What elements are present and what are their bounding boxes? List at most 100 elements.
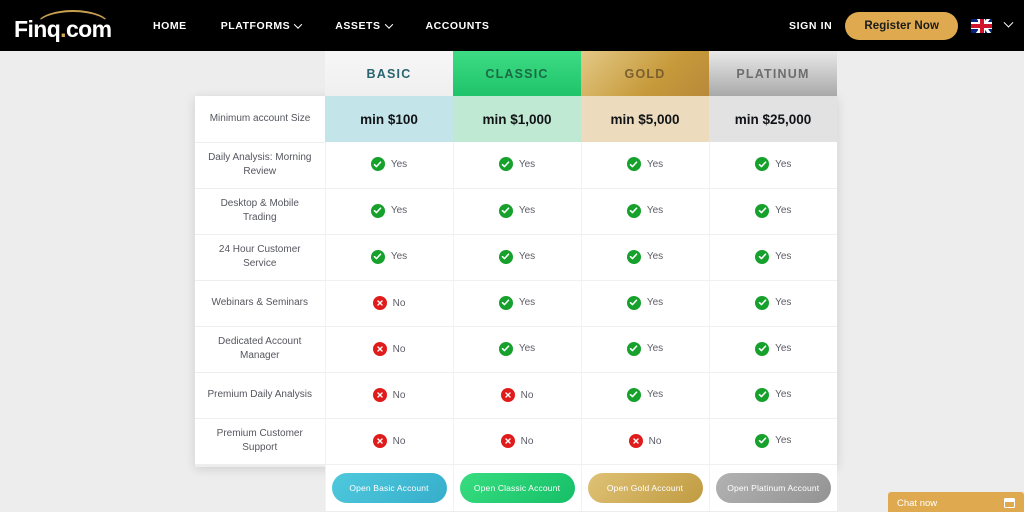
chat-now-widget[interactable]: Chat now [888, 492, 1024, 512]
row-label: Dedicated Account Manager [195, 326, 325, 373]
table-row: Dedicated Account Manager No Yes Yes Yes [195, 326, 837, 373]
feature-cell: Yes [580, 142, 709, 189]
feature-cell: Yes [708, 280, 837, 327]
feature-value-label: Yes [646, 205, 664, 216]
language-chevron-down-icon[interactable] [1003, 17, 1014, 28]
feature-cell: No [452, 418, 581, 465]
chat-window-icon [1004, 498, 1015, 508]
feature-value-label: No [392, 435, 406, 447]
cross-circle-icon [628, 434, 643, 448]
table-row-minimum-account-size: Minimum account Size min $100 min $1,000… [195, 96, 837, 143]
table-row: Desktop & Mobile Trading Yes Yes Yes Yes [195, 188, 837, 235]
sign-in-link[interactable]: SIGN IN [789, 20, 832, 32]
feature-cell: Yes [452, 280, 581, 327]
plan-header-row: BASIC CLASSIC GOLD PLATINUM [195, 51, 837, 96]
cross-circle-icon [372, 388, 387, 402]
nav-item-assets-label: ASSETS [335, 19, 381, 32]
feature-cell: Yes [708, 234, 837, 281]
feature-cell: Yes [580, 280, 709, 327]
feature-cell: Yes [324, 234, 453, 281]
feature-value-label: No [392, 389, 406, 401]
feature-cell: No [324, 280, 453, 327]
row-label: Desktop & Mobile Trading [195, 188, 325, 235]
cross-circle-icon [500, 388, 515, 402]
page-root: Finq.com HOME PLATFORMS ASSETS ACCOUNTS … [0, 0, 1024, 512]
check-circle-icon [755, 249, 770, 264]
cross-circle-icon [372, 296, 387, 310]
nav-item-accounts-label: ACCOUNTS [425, 19, 490, 32]
open-platinum-account-button[interactable]: Open Platinum Account [715, 472, 831, 503]
row-label: Daily Analysis: Morning Review [195, 142, 325, 189]
check-circle-icon [498, 341, 513, 356]
check-circle-icon [498, 157, 513, 172]
uk-flag-icon[interactable] [971, 18, 992, 33]
logo-suffix: com [65, 15, 112, 42]
price-basic: min $100 [325, 96, 453, 142]
cross-circle-icon [500, 434, 515, 448]
feature-value-label: No [392, 297, 406, 309]
nav-item-platforms[interactable]: PLATFORMS [204, 20, 319, 32]
feature-value-label: Yes [646, 343, 664, 354]
check-circle-icon [626, 157, 641, 172]
cta-cell-gold: Open Gold Account [580, 464, 709, 511]
site-logo[interactable]: Finq.com [14, 9, 118, 43]
feature-cell: Yes [324, 142, 453, 189]
price-platinum: min $25,000 [709, 96, 837, 142]
check-circle-icon [755, 433, 770, 448]
header-corner-blank [195, 51, 325, 96]
feature-value-label: Yes [390, 205, 408, 216]
register-now-button[interactable]: Register Now [845, 11, 958, 40]
nav-links: HOME PLATFORMS ASSETS ACCOUNTS [136, 20, 506, 32]
check-circle-icon [498, 249, 513, 264]
row-label: 24 Hour Customer Service [195, 234, 325, 281]
feature-value-label: No [392, 343, 406, 355]
table-row: Premium Customer Support No No No Yes [195, 418, 837, 465]
feature-value-label: Yes [646, 251, 664, 262]
table-row: Webinars & Seminars No Yes Yes Yes [195, 280, 837, 327]
feature-value-label: No [520, 389, 534, 401]
check-circle-icon [498, 203, 513, 218]
cta-corner-blank [195, 464, 325, 511]
feature-value-label: No [648, 435, 662, 447]
plan-header-platinum[interactable]: PLATINUM [709, 51, 837, 96]
open-classic-account-button[interactable]: Open Classic Account [459, 472, 575, 503]
row-label: Premium Customer Support [195, 418, 325, 465]
feature-cell: No [452, 372, 581, 419]
feature-cell: No [324, 418, 453, 465]
check-circle-icon [370, 249, 385, 264]
feature-value-label: Yes [646, 297, 664, 308]
check-circle-icon [626, 341, 641, 356]
feature-value-label: Yes [518, 251, 536, 262]
nav-item-accounts[interactable]: ACCOUNTS [409, 20, 507, 32]
check-circle-icon [755, 387, 770, 402]
feature-cell: No [324, 326, 453, 373]
feature-value-label: Yes [390, 251, 408, 262]
check-circle-icon [626, 203, 641, 218]
top-navbar: Finq.com HOME PLATFORMS ASSETS ACCOUNTS … [0, 0, 1024, 51]
check-circle-icon [626, 387, 641, 402]
check-circle-icon [755, 203, 770, 218]
feature-cell: Yes [708, 372, 837, 419]
feature-cell: Yes [580, 372, 709, 419]
cross-circle-icon [372, 342, 387, 356]
nav-item-home[interactable]: HOME [136, 20, 204, 32]
feature-value-label: Yes [646, 389, 664, 400]
plan-header-basic[interactable]: BASIC [325, 51, 453, 96]
nav-right-group: SIGN IN Register Now [789, 11, 1014, 40]
open-basic-account-button[interactable]: Open Basic Account [331, 472, 447, 503]
feature-cell: Yes [452, 326, 581, 373]
cta-cell-platinum: Open Platinum Account [708, 464, 837, 511]
pricing-table-head: BASIC CLASSIC GOLD PLATINUM [195, 51, 837, 96]
nav-item-assets[interactable]: ASSETS [318, 20, 408, 32]
pricing-table-body: Minimum account Size min $100 min $1,000… [195, 96, 837, 511]
price-gold: min $5,000 [581, 96, 709, 142]
open-gold-account-button[interactable]: Open Gold Account [587, 472, 703, 503]
row-label: Premium Daily Analysis [195, 372, 325, 419]
chevron-down-icon [384, 19, 393, 29]
plan-header-classic[interactable]: CLASSIC [453, 51, 581, 96]
cta-row: Open Basic Account Open Classic Account … [195, 464, 837, 511]
feature-value-label: Yes [518, 158, 536, 170]
feature-value-label: Yes [775, 297, 792, 308]
feature-value-label: Yes [775, 205, 792, 216]
plan-header-gold[interactable]: GOLD [581, 51, 709, 96]
